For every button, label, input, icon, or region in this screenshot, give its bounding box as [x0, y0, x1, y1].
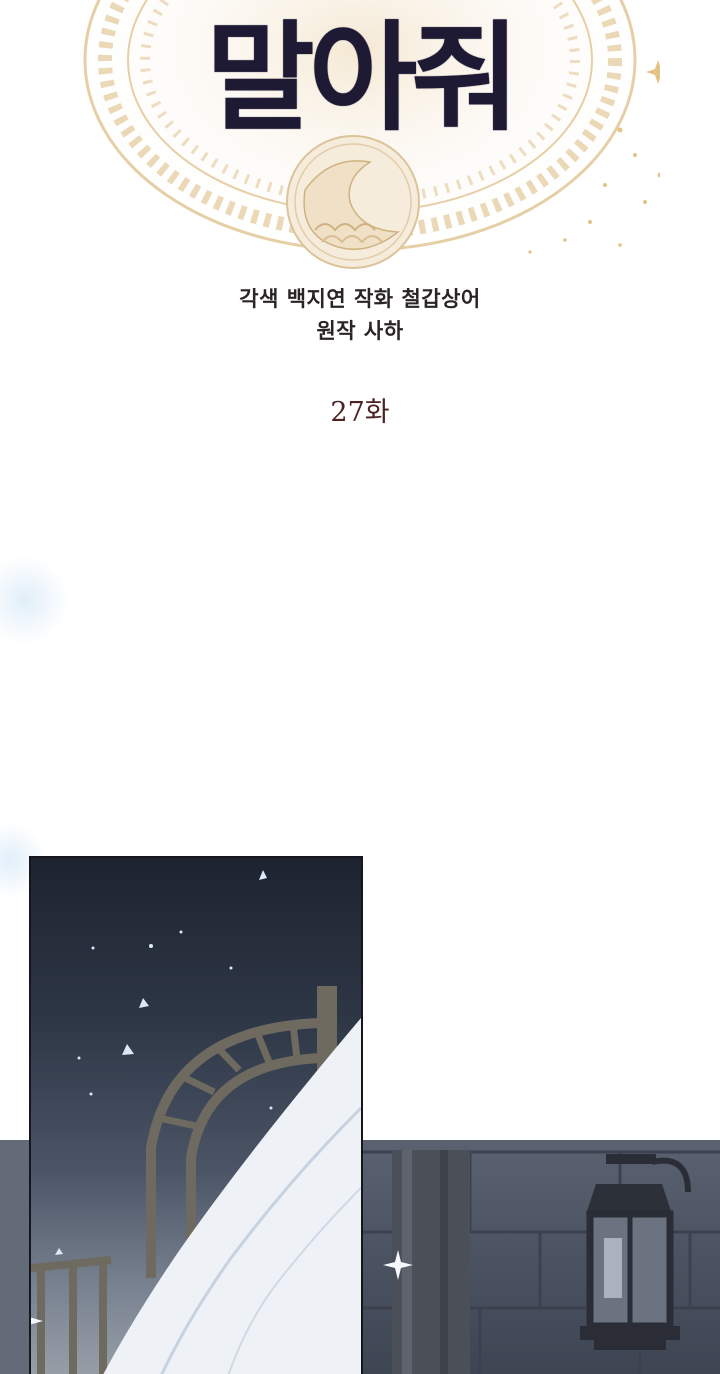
wall-edge — [0, 1140, 32, 1374]
sparkle-icon — [383, 1250, 413, 1280]
series-title-text: 말아줘 — [206, 8, 520, 147]
episode-number: 27화 — [330, 397, 390, 428]
soft-glow — [0, 555, 70, 645]
credits: 각색 백지연 작화 철갑상어 원작 사하 — [0, 283, 720, 347]
credit-line-adaptation-art: 각색 백지연 작화 철갑상어 — [239, 287, 481, 311]
series-title: 말아줘 — [0, 0, 720, 230]
credit-line-original-work: 원작 사하 — [316, 319, 404, 343]
webtoon-page: 말아줘 각색 백지연 작화 철갑상어 원작 사하 27화 — [0, 0, 720, 1374]
night-scene-panel — [29, 856, 363, 1374]
lantern-icon — [580, 1154, 691, 1350]
night-scene-illustration — [31, 870, 361, 1374]
